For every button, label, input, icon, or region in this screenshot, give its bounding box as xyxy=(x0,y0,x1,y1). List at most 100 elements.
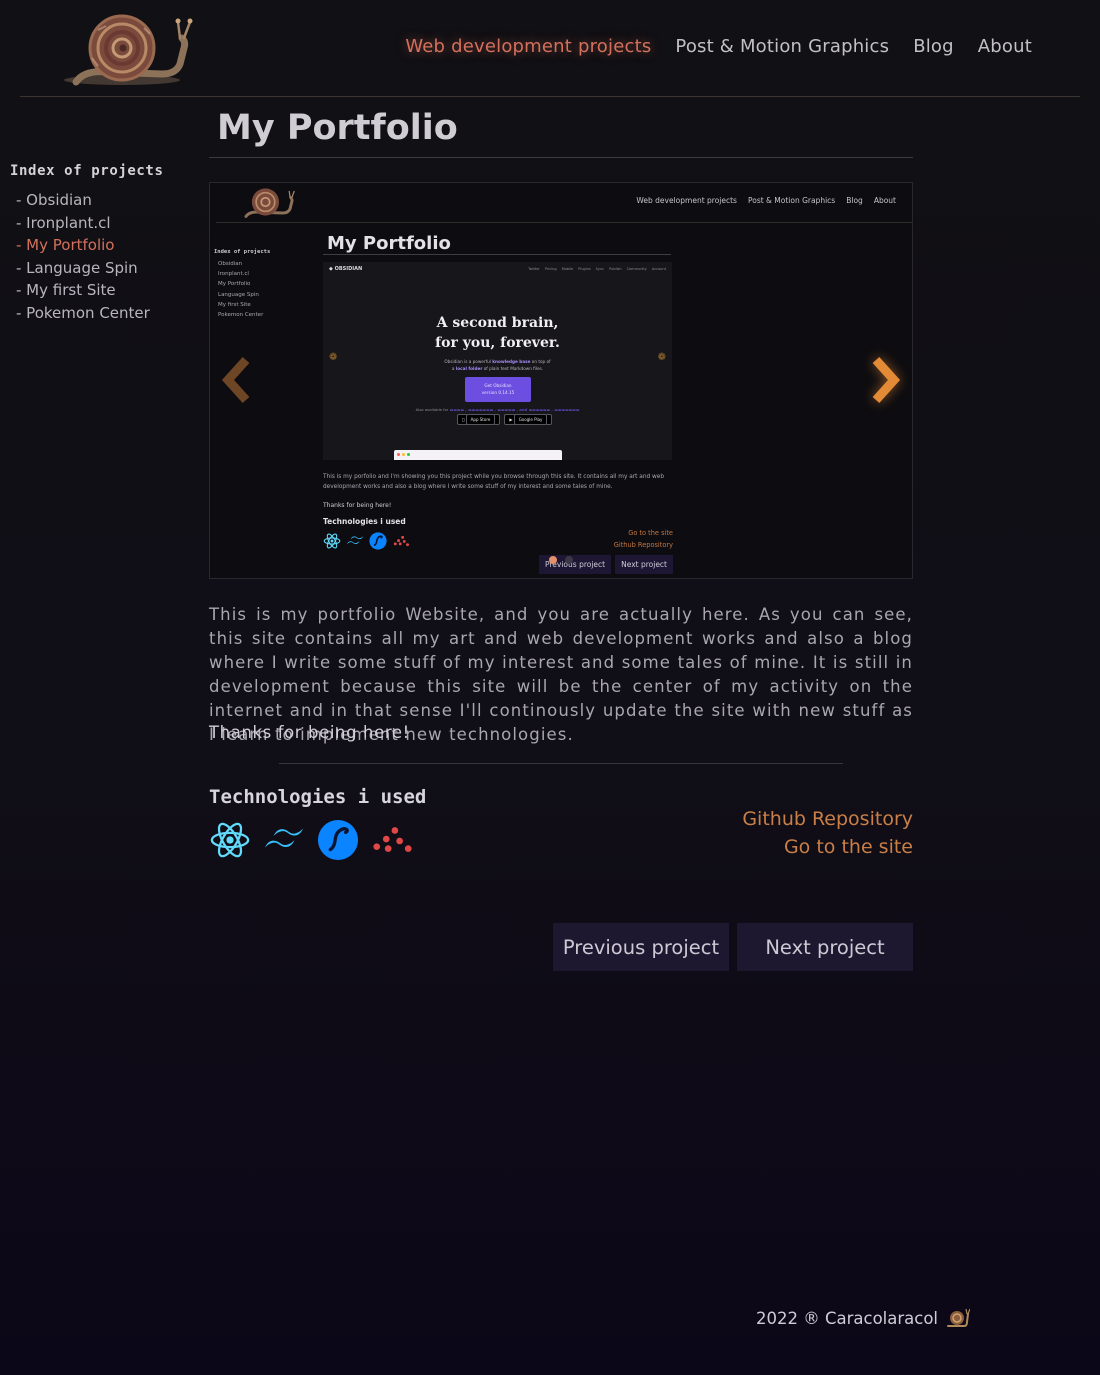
nav-post-motion-graphics[interactable]: Post & Motion Graphics xyxy=(675,36,889,57)
sidebar-item-obsidian[interactable]: - Obsidian xyxy=(16,189,200,212)
obsidian-link: Twitter xyxy=(528,267,540,271)
obsidian-sub-text: Obsidian is a powerful xyxy=(444,359,493,364)
preview-link-site: Go to the site xyxy=(628,529,673,537)
next-project-button[interactable]: Next project xyxy=(737,923,913,971)
preview-sidebar-title: Index of projects xyxy=(214,249,271,255)
preview-nav-item: About xyxy=(873,196,896,205)
preview-obsidian-screenshot: ◆ OBSIDIAN Twitter Pricing Mobile Plugin… xyxy=(323,262,672,460)
footer: 2022 ® Caracolaracol xyxy=(756,1308,971,1328)
obsidian-app-window xyxy=(394,450,562,460)
snail-logo-icon[interactable] xyxy=(62,8,194,88)
carousel-dot[interactable] xyxy=(549,556,557,564)
nav-about[interactable]: About xyxy=(978,36,1032,57)
preview-nav: Web development projects Post & Motion G… xyxy=(636,196,896,205)
preview-dots-logo-icon xyxy=(393,535,409,547)
obsidian-link: Community xyxy=(626,267,647,271)
obsidian-link: Publish xyxy=(609,267,622,271)
go-to-site-link[interactable]: Go to the site xyxy=(742,833,913,861)
preview-nav-item: Web development projects xyxy=(636,196,737,205)
main-nav: Web development projects Post & Motion G… xyxy=(405,36,1032,57)
preview-tech-icons xyxy=(323,532,410,550)
preview-nav-item: Post & Motion Graphics xyxy=(747,196,836,205)
obsidian-get-button: Get Obsidian version 0.14.15 xyxy=(465,377,531,402)
sidebar-item-my-first-site[interactable]: - My first Site xyxy=(16,279,200,302)
obsidian-brand-text: OBSIDIAN xyxy=(334,266,363,272)
sidebar-title: Index of projects xyxy=(10,163,164,179)
obsidian-link: Mobile xyxy=(561,267,574,271)
preview-swc-icon xyxy=(369,532,387,550)
preview-paragraph: This is my porfolio and I'm showing you … xyxy=(323,474,665,490)
preview-title-divider xyxy=(323,254,671,255)
preview-sidebar-list: Obsidian Ironplant.cl My Portfolio Langu… xyxy=(218,259,270,320)
preview-nav-item: Blog xyxy=(846,196,863,205)
obsidian-available-text: Also available for xyxy=(415,407,449,412)
technologies-title: Technologies i used xyxy=(209,786,427,808)
chevron-left-icon xyxy=(221,356,250,404)
obsidian-sub-text: on top of xyxy=(530,359,551,364)
sidebar-item-my-portfolio[interactable]: - My Portfolio xyxy=(16,234,200,257)
preview-sidebar-item: Ironplant.cl xyxy=(218,271,249,278)
preview-tailwind-icon xyxy=(346,536,364,545)
obsidian-button-version: version 0.14.15 xyxy=(481,389,515,395)
obsidian-available: Also available for ▬▬▬▬ , ▬▬▬▬▬▬▬ , ▬▬▬▬… xyxy=(415,407,580,412)
snail-icon xyxy=(947,1308,971,1327)
carousel-dots xyxy=(549,556,573,564)
obsidian-sub-bold: local folder xyxy=(455,365,483,371)
external-links: Github Repository Go to the site xyxy=(742,805,913,861)
project-carousel: Web development projects Post & Motion G… xyxy=(209,182,913,579)
obsidian-headline-1: A second brain, xyxy=(436,315,559,331)
dots-logo-icon xyxy=(373,827,412,852)
sidebar-item-language-spin[interactable]: - Language Spin xyxy=(16,257,200,280)
app-store-label: App Store xyxy=(465,414,496,425)
obsidian-topbar: ◆ OBSIDIAN Twitter Pricing Mobile Plugin… xyxy=(323,262,672,276)
obsidian-link: Sync xyxy=(595,267,605,271)
preview-sidebar-item: Obsidian xyxy=(218,261,243,267)
obsidian-link: Plugins xyxy=(578,267,591,271)
preview-react-icon xyxy=(323,533,341,549)
preview-tech-title: Technologies i used xyxy=(323,517,406,526)
preview-sidebar-item: Pokemon Center xyxy=(218,312,264,319)
sidebar-item-pokemon-center[interactable]: - Pokemon Center xyxy=(16,302,200,325)
swc-icon xyxy=(317,819,359,861)
google-play-label: Google Play xyxy=(513,414,548,425)
obsidian-link: Account xyxy=(651,267,666,271)
nav-web-development-projects[interactable]: Web development projects xyxy=(405,36,651,57)
carousel-dot[interactable] xyxy=(565,556,573,564)
technologies-icons xyxy=(209,819,413,861)
preview-sidebar-item: My Portfolio xyxy=(218,281,251,288)
obsidian-headline: A second brain, for you, forever. xyxy=(323,313,672,353)
preview-snail-logo-icon xyxy=(240,185,296,219)
carousel-next-arrow[interactable] xyxy=(868,355,904,405)
tailwind-icon xyxy=(264,828,304,848)
sidebar-item-ironplant[interactable]: - Ironplant.cl xyxy=(16,212,200,235)
page-title: My Portfolio xyxy=(217,108,458,148)
preview-sidebar: Index of projects Obsidian Ironplant.cl … xyxy=(214,249,270,320)
sidebar-list: - Obsidian - Ironplant.cl - My Portfolio… xyxy=(16,189,200,324)
github-repository-link[interactable]: Github Repository xyxy=(742,805,913,833)
preview-sidebar-item: Language Spin xyxy=(218,291,259,298)
obsidian-headline-2: for you, forever. xyxy=(435,335,560,351)
project-index-sidebar: Index of projects - Obsidian - Ironplant… xyxy=(10,163,200,324)
preview-thanks: Thanks for being here! xyxy=(323,502,392,509)
obsidian-links: Twitter Pricing Mobile Plugins Sync Publ… xyxy=(528,267,666,271)
obsidian-store-buttons:  App Store ▶ Google Play xyxy=(457,414,553,425)
preview-next-button: Next project xyxy=(615,555,673,574)
obsidian-sub-bold: knowledge base xyxy=(492,359,531,364)
nav-blog[interactable]: Blog xyxy=(913,36,954,57)
carousel-prev-arrow[interactable] xyxy=(218,355,254,405)
previous-project-button[interactable]: Previous project xyxy=(553,923,729,971)
app-store-badge:  App Store xyxy=(457,414,501,425)
section-divider xyxy=(279,763,843,764)
preview-divider xyxy=(216,222,912,223)
google-play-badge: ▶ Google Play xyxy=(504,414,553,425)
preview-link-repo: Github Repository xyxy=(613,541,673,549)
obsidian-subtitle: Obsidian is a powerful knowledge base on… xyxy=(323,359,672,372)
preview-links: Go to the site Github Repository xyxy=(614,527,673,551)
preview-title: My Portfolio xyxy=(327,233,451,254)
react-icon xyxy=(210,822,250,858)
obsidian-link: Pricing xyxy=(544,267,557,271)
thanks-text: Thanks for being here! xyxy=(209,723,410,742)
copyright-text: 2022 ® Caracolaracol xyxy=(756,1308,939,1328)
obsidian-brand: ◆ OBSIDIAN xyxy=(329,266,363,272)
title-divider xyxy=(209,157,913,158)
